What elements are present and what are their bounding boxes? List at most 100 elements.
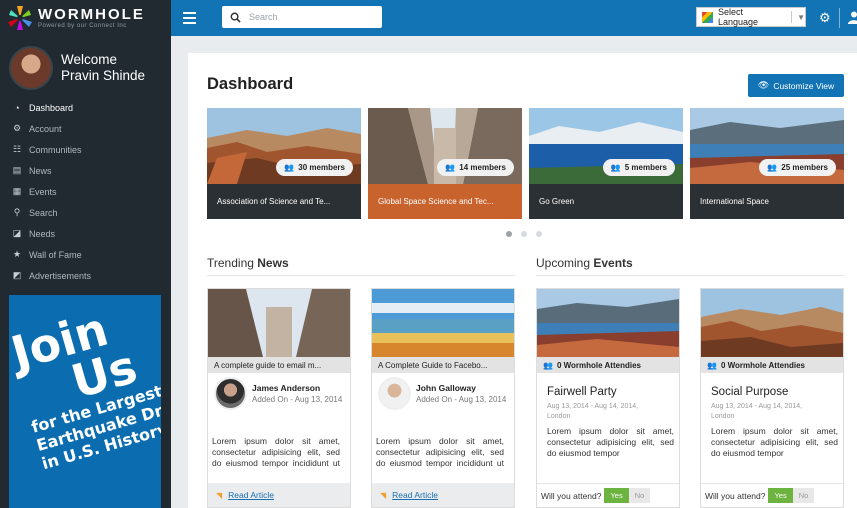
news-excerpt: Lorem ipsum dolor sit amet, consectetur … — [376, 436, 504, 468]
author-name[interactable]: John Galloway — [416, 383, 506, 394]
sidebar-item-label: Wall of Fame — [29, 249, 82, 260]
customize-view-button[interactable]: 👁 Customize View — [748, 74, 844, 97]
attend-question: Will you attend? — [705, 490, 766, 501]
community-card[interactable]: 👥 5 members Go Green — [529, 108, 683, 219]
sidebar-item-search[interactable]: ⚲ Search — [0, 202, 171, 223]
account-gears-icon: ⚙ — [12, 123, 22, 133]
news-card: A Complete Guide to Facebo... John Gallo… — [371, 288, 515, 508]
user-name: Pravin Shinde — [61, 68, 146, 83]
sidebar-item-wall-of-fame[interactable]: ★ Wall of Fame — [0, 244, 171, 265]
search-icon: ⚲ — [13, 207, 21, 217]
news-excerpt: Lorem ipsum dolor sit amet, consectetur … — [212, 436, 340, 468]
read-article-link[interactable]: Read Article — [228, 490, 274, 500]
language-select[interactable]: Select Language ▼ — [696, 7, 806, 27]
event-title[interactable]: Fairwell Party — [547, 386, 617, 398]
wormhole-logo-icon — [8, 6, 32, 30]
group-icon: 👥 — [707, 360, 717, 370]
sidebar-item-communities[interactable]: ☷ Communities — [0, 139, 171, 160]
news-title[interactable]: A complete guide to email m... — [208, 357, 350, 373]
google-translate-icon — [702, 11, 713, 23]
search-box[interactable] — [222, 6, 382, 28]
community-card[interactable]: 👥 25 members International Space — [690, 108, 844, 219]
heading-prefix: Trending — [207, 256, 254, 270]
author: James Anderson Added On - Aug 13, 2014 — [214, 377, 342, 410]
members-badge: 👥 14 members — [437, 159, 514, 176]
trending-news-heading: Trending News — [207, 256, 289, 270]
community-name: International Space — [690, 184, 844, 219]
top-bar: Select Language ▼ ⚙ — [171, 0, 857, 36]
event-dates: Aug 13, 2014 - Aug 14, 2014, London — [711, 402, 831, 422]
event-location: London — [547, 413, 571, 420]
event-dates: Aug 13, 2014 - Aug 14, 2014, London — [547, 402, 667, 422]
author-avatar — [378, 377, 411, 410]
read-article-link[interactable]: Read Article — [392, 490, 438, 500]
search-input[interactable] — [249, 12, 369, 22]
sidebar-item-label: Dashboard — [29, 102, 74, 113]
attend-no-button[interactable]: No — [792, 488, 815, 503]
divider — [536, 275, 844, 276]
upcoming-events-heading: Upcoming Events — [536, 256, 633, 270]
hamburger-menu-icon[interactable] — [183, 9, 199, 25]
news-card: A complete guide to email m... James And… — [207, 288, 351, 508]
event-date-range: Aug 13, 2014 - Aug 14, 2014, — [711, 403, 803, 410]
group-icon: 👥 — [445, 163, 456, 172]
card-footer: ◥ Read Article — [208, 483, 350, 507]
calendar-icon: ▦ — [12, 186, 22, 196]
attend-yes-button[interactable]: Yes — [768, 488, 793, 503]
news-image — [208, 289, 350, 357]
group-icon: 👥 — [610, 163, 621, 172]
sidebar-item-needs[interactable]: ◪ Needs — [0, 223, 171, 244]
eye-icon: 👁 — [757, 80, 770, 90]
sidebar: WORMHOLE Powered by our Connect Inc Welc… — [0, 0, 171, 508]
attendees-count: 0 Wormhole Attendies — [556, 360, 641, 370]
avatar[interactable] — [9, 46, 53, 90]
sidebar-item-account[interactable]: ⚙ Account — [0, 118, 171, 139]
sidebar-item-label: Needs — [29, 228, 56, 239]
added-on: Added On - Aug 13, 2014 — [252, 395, 343, 404]
attend-prompt: Will you attend? Yes No — [537, 483, 679, 507]
members-badge: 👥 25 members — [759, 159, 836, 176]
event-attendees: 👥 0 Wormhole Attendies — [537, 357, 679, 373]
sidebar-item-label: Advertisements — [29, 270, 92, 281]
sidebar-item-news[interactable]: ▤ News — [0, 160, 171, 181]
sidebar-item-dashboard[interactable]: ◔ Dashboard — [0, 97, 171, 118]
main-content: Dashboard 👁 Customize View 👥 30 members A… — [188, 53, 857, 508]
page-title: Dashboard — [207, 75, 294, 93]
added-on: Added On - Aug 13, 2014 — [416, 395, 507, 404]
community-card[interactable]: 👥 14 members Global Space Science and Tec… — [368, 108, 522, 219]
community-name: Go Green — [529, 184, 683, 219]
user-profile[interactable]: Welcome Pravin Shinde — [0, 42, 171, 94]
sidebar-item-advertisements[interactable]: ◩ Advertisements — [0, 265, 171, 286]
carousel-dot[interactable] — [521, 231, 527, 237]
community-card[interactable]: 👥 30 members Association of Science and T… — [207, 108, 361, 219]
gear-icon[interactable]: ⚙ — [819, 10, 831, 26]
carousel-dot[interactable] — [506, 231, 512, 237]
members-count: 25 members — [781, 163, 828, 172]
sidebar-item-label: Search — [29, 207, 58, 218]
event-attendees: 👥 0 Wormhole Attendies — [701, 357, 843, 373]
news-image — [372, 289, 514, 357]
group-icon: 👥 — [284, 163, 295, 172]
event-card: 👥 0 Wormhole Attendies Social Purpose Au… — [700, 288, 844, 508]
brand-logo[interactable]: WORMHOLE Powered by our Connect Inc — [0, 0, 171, 36]
sidebar-item-label: Events — [29, 186, 57, 197]
user-icon[interactable] — [847, 10, 857, 24]
carousel-dot[interactable] — [536, 231, 542, 237]
divider — [207, 275, 515, 276]
news-title[interactable]: A Complete Guide to Facebo... — [372, 357, 514, 373]
news-icon: ▤ — [12, 165, 22, 175]
event-title[interactable]: Social Purpose — [711, 386, 788, 398]
attend-prompt: Will you attend? Yes No — [701, 483, 843, 507]
attend-yes-button[interactable]: Yes — [604, 488, 629, 503]
attendees-count: 0 Wormhole Attendies — [720, 360, 805, 370]
sidebar-item-label: News — [29, 165, 52, 176]
sidebar-item-events[interactable]: ▦ Events — [0, 181, 171, 202]
group-icon: 👥 — [767, 163, 778, 172]
advertisement-banner[interactable]: Join Us for the Largest Earthquake Drill… — [9, 295, 161, 508]
event-image — [537, 289, 679, 357]
event-description: Lorem ipsum dolor sit amet, consectetur … — [547, 426, 674, 458]
heading-bold: News — [257, 256, 289, 270]
author-name[interactable]: James Anderson — [252, 383, 342, 394]
event-card: 👥 0 Wormhole Attendies Fairwell Party Au… — [536, 288, 680, 508]
attend-no-button[interactable]: No — [628, 488, 651, 503]
